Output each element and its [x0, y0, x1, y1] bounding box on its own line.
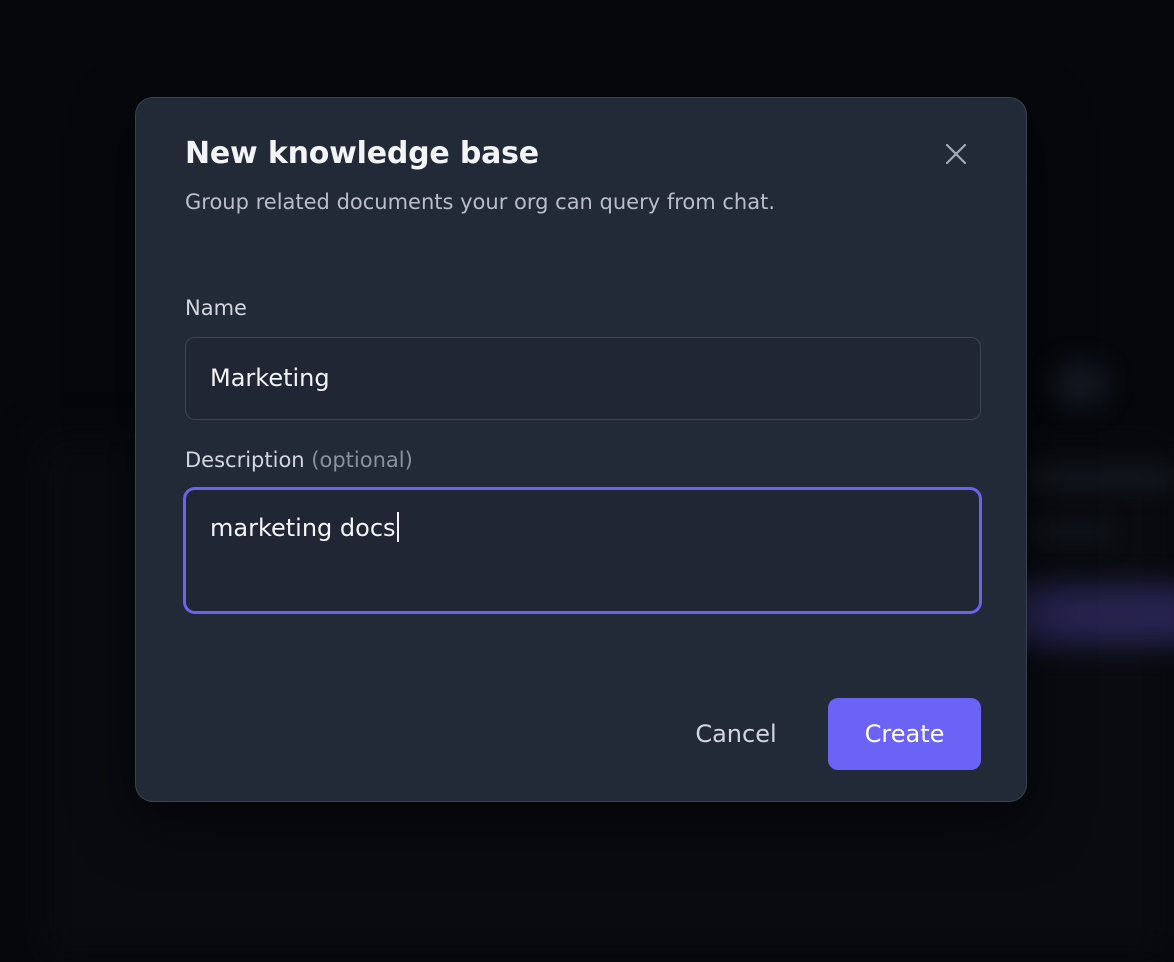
- text-caret: [396, 512, 399, 542]
- create-button[interactable]: Create: [828, 698, 981, 770]
- optional-hint: (optional): [311, 448, 413, 472]
- description-label: Description (optional): [185, 448, 413, 472]
- description-label-text: Description: [185, 448, 305, 472]
- description-textarea[interactable]: marketing docs: [183, 487, 982, 614]
- dialog-subtitle: Group related documents your org can que…: [185, 190, 776, 214]
- name-label: Name: [185, 296, 247, 320]
- dialog-title: New knowledge base: [185, 136, 539, 171]
- close-button[interactable]: [936, 134, 976, 174]
- background-text-line: [1030, 465, 1174, 491]
- description-textarea-value: marketing docs: [210, 514, 396, 542]
- name-input[interactable]: Marketing: [185, 337, 981, 420]
- cancel-button[interactable]: Cancel: [666, 698, 806, 770]
- background-text-line: [1030, 520, 1110, 544]
- background-avatar: [1050, 360, 1110, 410]
- close-icon: [945, 143, 967, 165]
- name-input-value: Marketing: [210, 364, 330, 392]
- new-knowledge-base-dialog: New knowledge base Group related documen…: [135, 97, 1027, 802]
